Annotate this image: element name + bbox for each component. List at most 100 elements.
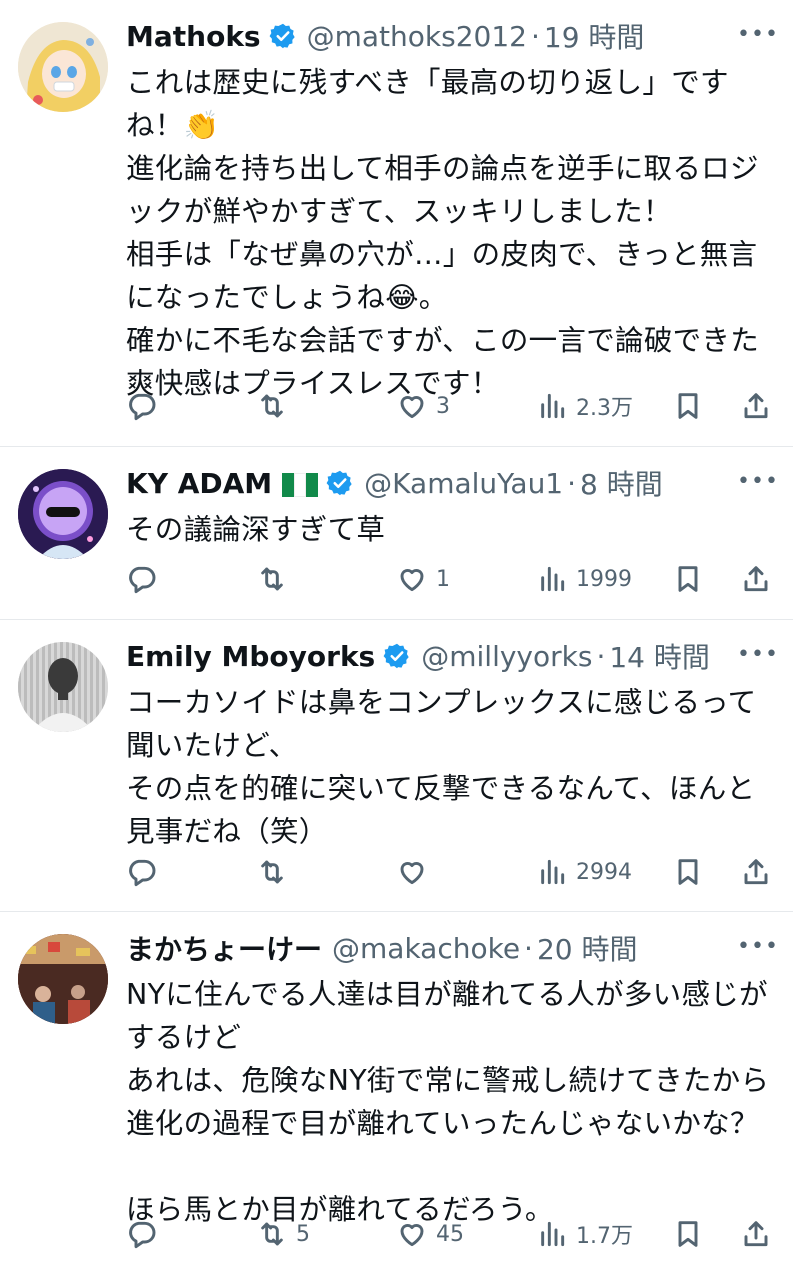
share-icon: [744, 566, 768, 592]
repost-button[interactable]: 5: [256, 1214, 310, 1254]
tweet[interactable]: Mathoks @mathoks2012 · 19 時間 ••• これは歴史に残…: [0, 0, 793, 447]
repost-icon: [261, 567, 283, 591]
view-count: 2994: [576, 859, 632, 885]
reply-icon: [129, 393, 156, 421]
handle[interactable]: @mathoks2012: [307, 20, 527, 53]
display-name[interactable]: Mathoks: [126, 20, 261, 53]
timestamp[interactable]: 20 時間: [537, 928, 638, 968]
display-name[interactable]: Emily Mboyorks: [126, 640, 375, 673]
share-button[interactable]: [740, 852, 772, 892]
views-button[interactable]: 2994: [536, 852, 632, 892]
reply-button[interactable]: [126, 386, 166, 426]
heart-icon: [400, 569, 424, 592]
bookmark-button[interactable]: [672, 1214, 704, 1254]
reply-icon: [129, 566, 156, 594]
tweet-text: その議論深すぎて草: [126, 513, 386, 546]
view-count: 1999: [576, 566, 632, 592]
timestamp[interactable]: 14 時間: [609, 636, 710, 676]
share-button[interactable]: [740, 1214, 772, 1254]
timestamp[interactable]: 8 時間: [580, 463, 663, 503]
reply-button[interactable]: [126, 852, 166, 892]
tweet-header: まかちょーけー @makachoke · 20 時間: [126, 928, 773, 968]
separator: ·: [530, 19, 540, 53]
repost-button[interactable]: [256, 852, 296, 892]
view-count: 1.7万: [576, 1224, 633, 1249]
avatar[interactable]: [18, 469, 108, 559]
more-options-icon[interactable]: •••: [737, 20, 778, 50]
like-button[interactable]: 3: [396, 386, 450, 426]
share-icon: [744, 393, 768, 419]
tweet-actions: 2994: [126, 852, 773, 892]
bookmark-button[interactable]: [672, 386, 704, 426]
avatar-image: [18, 469, 108, 559]
tweet[interactable]: まかちょーけー @makachoke · 20 時間 ••• NYに住んでる人達…: [0, 912, 793, 1280]
tweet-actions: 1 1999: [126, 559, 773, 599]
views-chart-icon: [541, 566, 565, 592]
handle[interactable]: @KamaluYau1: [364, 467, 563, 500]
more-options-icon[interactable]: •••: [737, 467, 778, 497]
handle[interactable]: @millyyorks: [421, 640, 592, 673]
tweet-actions: 5 45 1.7万: [126, 1214, 773, 1254]
verified-badge-icon: [269, 23, 295, 49]
avatar-image: [18, 934, 108, 1024]
handle[interactable]: @makachoke: [332, 932, 520, 965]
display-name[interactable]: まかちょーけー: [126, 928, 322, 968]
bookmark-icon: [678, 859, 698, 885]
bookmark-icon: [678, 393, 698, 419]
reply-button[interactable]: [126, 1214, 166, 1254]
separator: ·: [524, 931, 533, 965]
nigeria-flag-icon: [282, 471, 319, 497]
view-count: 2.3万: [576, 396, 633, 421]
repost-icon: [261, 1222, 283, 1246]
like-count: 3: [436, 393, 450, 419]
more-options-icon[interactable]: •••: [737, 932, 778, 962]
display-name[interactable]: KY ADAM: [126, 467, 272, 500]
bookmark-icon: [678, 566, 698, 592]
tweet-header: KY ADAM @KamaluYau1 · 8 時間: [126, 463, 773, 503]
share-icon: [744, 1221, 768, 1247]
reply-button[interactable]: [126, 559, 166, 599]
separator: ·: [567, 466, 577, 500]
views-button[interactable]: 1.7万: [536, 1214, 633, 1254]
views-chart-icon: [541, 859, 565, 885]
heart-icon: [400, 862, 424, 885]
avatar[interactable]: [18, 642, 108, 732]
avatar-image: [18, 642, 108, 732]
separator: ·: [596, 639, 606, 673]
bookmark-button[interactable]: [672, 852, 704, 892]
repost-icon: [261, 394, 283, 418]
like-count: 1: [436, 566, 450, 592]
reply-icon: [129, 1221, 156, 1249]
like-button[interactable]: 45: [396, 1214, 464, 1254]
avatar[interactable]: [18, 22, 108, 112]
repost-button[interactable]: [256, 559, 296, 599]
tweet-header: Emily Mboyorks @millyyorks · 14 時間: [126, 636, 773, 676]
reply-icon: [129, 859, 156, 887]
tweet[interactable]: Emily Mboyorks @millyyorks · 14 時間 ••• コ…: [0, 620, 793, 912]
tweet-text: コーカソイドは鼻をコンプレックスに感じるって聞いたけど、 その点を的確に突いて反…: [126, 686, 757, 848]
like-button[interactable]: 1: [396, 559, 450, 599]
tweet-text: これは歴史に残すべき「最高の切り返し」ですね！👏 進化論を持ち出して相手の論点を…: [126, 66, 760, 400]
views-button[interactable]: 1999: [536, 559, 632, 599]
views-chart-icon: [541, 393, 565, 419]
like-button[interactable]: [396, 852, 436, 892]
bookmark-button[interactable]: [672, 559, 704, 599]
avatar[interactable]: [18, 934, 108, 1024]
share-button[interactable]: [740, 386, 772, 426]
timestamp[interactable]: 19 時間: [544, 16, 645, 56]
views-button[interactable]: 2.3万: [536, 386, 633, 426]
tweet[interactable]: KY ADAM @KamaluYau1 · 8 時間 ••• その議論深すぎて草…: [0, 447, 793, 620]
share-button[interactable]: [740, 559, 772, 599]
tweet-text: NYに住んでる人達は目が離れてる人が多い感じがするけど あれは、危険なNY街で常…: [126, 978, 770, 1226]
tweet-header: Mathoks @mathoks2012 · 19 時間: [126, 16, 773, 56]
more-options-icon[interactable]: •••: [737, 640, 778, 670]
repost-count: 5: [296, 1221, 310, 1247]
repost-button[interactable]: [256, 386, 296, 426]
heart-icon: [400, 396, 424, 419]
verified-badge-icon: [326, 470, 352, 496]
like-count: 45: [436, 1221, 464, 1247]
verified-badge-icon: [383, 643, 409, 669]
tweet-actions: 3 2.3万: [126, 386, 773, 426]
avatar-image: [18, 22, 108, 112]
heart-icon: [400, 1224, 424, 1247]
